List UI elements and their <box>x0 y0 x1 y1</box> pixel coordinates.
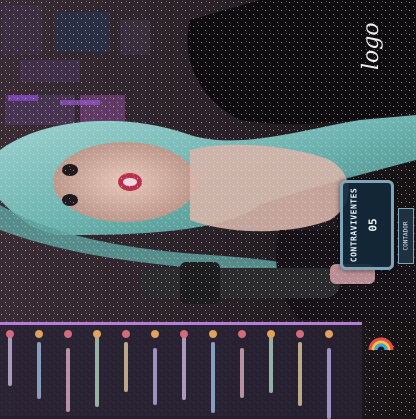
chat-message-line <box>35 330 43 412</box>
chat-message-line <box>64 330 72 412</box>
emote-icon <box>180 330 188 338</box>
chat-message-line <box>180 330 188 412</box>
chat-message-text <box>240 348 244 398</box>
chat-message-line <box>238 330 246 412</box>
chat-message-text <box>269 336 273 393</box>
chat-message-line <box>325 330 333 419</box>
emote-icon <box>64 330 72 338</box>
emote-icon <box>325 330 333 338</box>
emote-icon <box>209 330 217 338</box>
emote-icon <box>35 330 43 338</box>
chat-message-line <box>296 330 304 412</box>
counter-tag-text: CONTADOR <box>402 221 410 251</box>
counter-tag: CONTADOR <box>398 208 414 264</box>
chat-message-line <box>209 330 217 413</box>
chat-message-text <box>211 342 215 413</box>
chat-message-text <box>327 348 331 419</box>
chat-message-text <box>182 336 186 400</box>
chat-message-line <box>151 330 159 412</box>
counter-widget: CONTRAVIVENTES 05 <box>340 180 394 270</box>
emote-icon <box>93 330 101 338</box>
chat-message-text <box>37 342 41 399</box>
emote-icon <box>122 330 130 338</box>
chat-message-line <box>93 330 101 412</box>
chat-message-line <box>6 330 14 412</box>
counter-value-wrap: 05 <box>361 183 385 267</box>
chat-message-text <box>298 342 302 406</box>
chat-message-text <box>153 348 157 405</box>
emote-icon <box>151 330 159 338</box>
chat-message-text <box>95 336 99 407</box>
rainbow-icon <box>368 337 394 351</box>
counter-title: CONTRAVIVENTES <box>349 187 359 263</box>
chat-message-text <box>66 348 70 412</box>
emote-icon <box>267 330 275 338</box>
chat-message-text <box>8 336 12 386</box>
chat-message-line <box>122 330 130 412</box>
chat-message-line <box>267 330 275 412</box>
emote-icon <box>296 330 304 338</box>
emote-icon <box>238 330 246 338</box>
chat-message-text <box>124 342 128 392</box>
emote-icon <box>6 330 14 338</box>
counter-value: 05 <box>366 218 380 232</box>
